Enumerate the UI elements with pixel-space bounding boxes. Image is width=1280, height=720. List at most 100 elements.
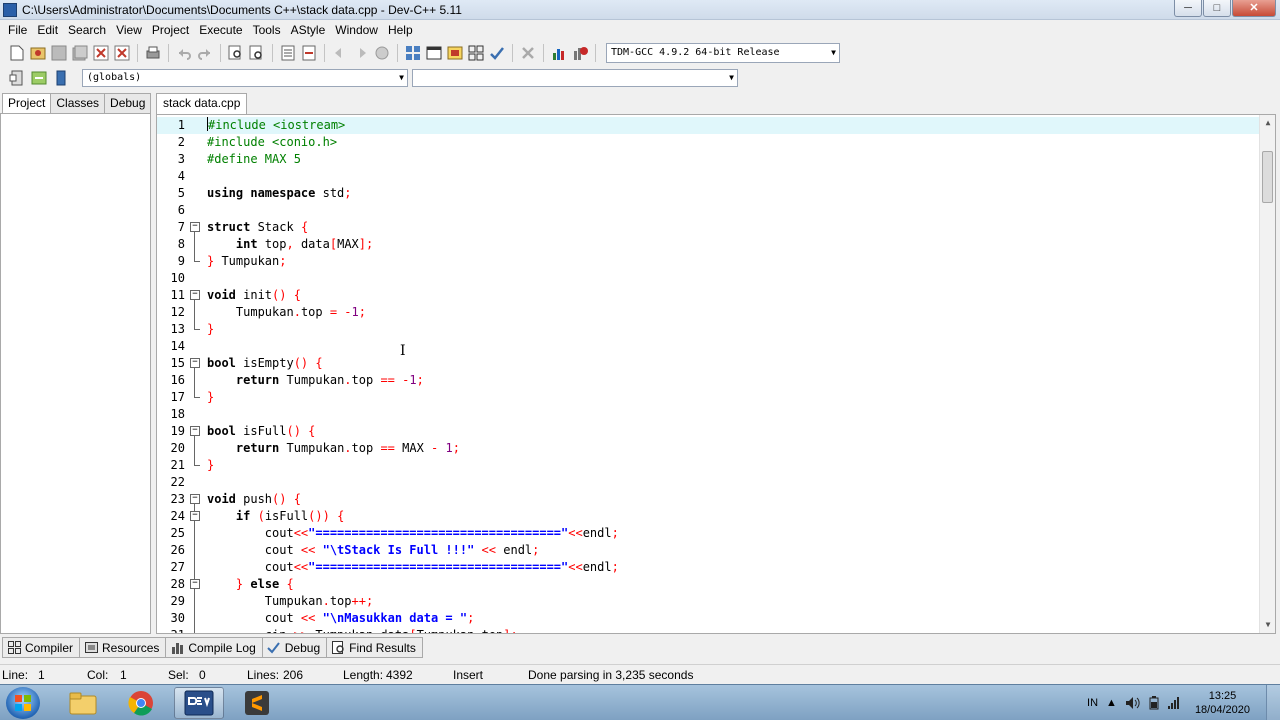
symbol-select[interactable]: ▼ [412, 69, 738, 87]
code-line[interactable]: 7− struct Stack { [157, 219, 1261, 236]
scope-select[interactable]: (globals) ▼ [82, 69, 408, 87]
code-line[interactable]: 8 int top, data[MAX]; [157, 236, 1261, 253]
menu-search[interactable]: Search [63, 23, 111, 37]
tab-project[interactable]: Project [2, 93, 52, 114]
code-line[interactable]: 11− void init() { [157, 287, 1261, 304]
code-line[interactable]: 9} Tumpukan; [157, 253, 1261, 270]
menu-edit[interactable]: Edit [32, 23, 63, 37]
toggle-bookmark-icon[interactable] [373, 44, 391, 62]
vertical-scrollbar[interactable]: ▲ ▼ [1259, 115, 1275, 633]
start-button[interactable] [6, 687, 40, 719]
menu-project[interactable]: Project [147, 23, 194, 37]
find-next-icon[interactable] [279, 44, 297, 62]
code-line[interactable]: 17} [157, 389, 1261, 406]
code-editor[interactable]: 1 #include <iostream> 2 #include <conio.h> 3… [156, 114, 1276, 634]
clock[interactable]: 13:25 18/04/2020 [1195, 689, 1250, 717]
menu-file[interactable]: File [3, 23, 32, 37]
code-line[interactable]: 16 return Tumpukan.top == -1; [157, 372, 1261, 389]
code-line[interactable]: 6 [157, 202, 1261, 219]
tray-overflow-icon[interactable]: ▲ [1106, 697, 1117, 709]
code-line[interactable]: 10 [157, 270, 1261, 287]
language-indicator[interactable]: IN [1087, 697, 1098, 709]
goto-bookmark-icon[interactable] [30, 69, 48, 87]
open-project-icon[interactable] [29, 44, 47, 62]
fold-collapse-icon[interactable]: − [189, 508, 201, 525]
code-line[interactable]: 21} [157, 457, 1261, 474]
tab-classes[interactable]: Classes [50, 93, 106, 113]
close-all-icon[interactable] [113, 44, 131, 62]
code-line[interactable]: 15− bool isEmpty() { [157, 355, 1261, 372]
code-line[interactable]: 31 cin >> Tumpukan.data[Tumpukan.top]; [157, 627, 1261, 633]
save-all-icon[interactable] [71, 44, 89, 62]
code-line[interactable]: 26 cout << "\tStack Is Full !!!" << endl… [157, 542, 1261, 559]
code-line[interactable]: 25 cout<<"==============================… [157, 525, 1261, 542]
minimize-button[interactable]: ─ [1174, 0, 1202, 17]
taskbar-chrome[interactable] [116, 687, 166, 719]
print-icon[interactable] [144, 44, 162, 62]
menu-astyle[interactable]: AStyle [286, 23, 331, 37]
code-line[interactable]: 23− void push() { [157, 491, 1261, 508]
tab-compile-log[interactable]: Compile Log [165, 637, 263, 658]
volume-icon[interactable] [1125, 696, 1141, 710]
compile-run-icon[interactable] [446, 44, 464, 62]
code-line[interactable]: 18 [157, 406, 1261, 423]
network-icon[interactable] [1167, 696, 1181, 710]
goto-line-icon[interactable] [300, 44, 318, 62]
code-line[interactable]: 27 cout<<"==============================… [157, 559, 1261, 576]
compile-icon[interactable] [404, 44, 422, 62]
tab-resources[interactable]: Resources [79, 637, 167, 658]
indent-left-icon[interactable] [331, 44, 349, 62]
indent-right-icon[interactable] [352, 44, 370, 62]
maximize-button[interactable]: □ [1203, 0, 1231, 17]
code-line[interactable]: 5 using namespace std; [157, 185, 1261, 202]
taskbar-explorer[interactable] [58, 687, 108, 719]
save-icon[interactable] [50, 44, 68, 62]
fold-collapse-icon[interactable]: − [189, 576, 201, 593]
menu-tools[interactable]: Tools [248, 23, 286, 37]
stop-execution-icon[interactable] [519, 44, 537, 62]
fold-collapse-icon[interactable]: − [189, 491, 201, 508]
code-line[interactable]: 2 #include <conio.h> [157, 134, 1261, 151]
syntax-check-icon[interactable] [488, 44, 506, 62]
find-icon[interactable] [227, 44, 245, 62]
scroll-down-icon[interactable]: ▼ [1260, 617, 1275, 633]
code-line[interactable]: 3 #define MAX 5 [157, 151, 1261, 168]
code-line[interactable]: 19− bool isFull() { [157, 423, 1261, 440]
code-line[interactable]: 12 Tumpukan.top = -1; [157, 304, 1261, 321]
project-browser[interactable] [0, 113, 151, 634]
fold-collapse-icon[interactable]: − [189, 287, 201, 304]
new-file-icon[interactable] [8, 44, 26, 62]
scrollbar-thumb[interactable] [1262, 151, 1273, 203]
editor-tab-stack-data[interactable]: stack data.cpp [156, 93, 248, 114]
code-line[interactable]: 22 [157, 474, 1261, 491]
menu-view[interactable]: View [111, 23, 147, 37]
tab-compiler[interactable]: Compiler [2, 637, 81, 658]
undo-icon[interactable] [175, 44, 193, 62]
fold-collapse-icon[interactable]: − [189, 355, 201, 372]
close-button[interactable]: ✕ [1232, 0, 1276, 17]
menu-execute[interactable]: Execute [194, 23, 247, 37]
menu-help[interactable]: Help [383, 23, 418, 37]
close-file-icon[interactable] [92, 44, 110, 62]
code-line[interactable]: 20 return Tumpukan.top == MAX - 1; [157, 440, 1261, 457]
code-line[interactable]: 1 #include <iostream> [157, 117, 1261, 134]
rebuild-all-icon[interactable] [467, 44, 485, 62]
delete-profile-icon[interactable] [571, 44, 589, 62]
fold-collapse-icon[interactable]: − [189, 219, 201, 236]
redo-icon[interactable] [196, 44, 214, 62]
compiler-select[interactable]: TDM-GCC 4.9.2 64-bit Release ▼ [606, 42, 840, 63]
tab-debug[interactable]: Debug [104, 93, 152, 113]
fold-collapse-icon[interactable]: − [189, 423, 201, 440]
code-line[interactable]: 30 cout << "\nMasukkan data = "; [157, 610, 1261, 627]
code-line[interactable]: 13} [157, 321, 1261, 338]
taskbar-sublime[interactable] [232, 687, 282, 719]
taskbar-devcpp[interactable] [174, 687, 224, 719]
tab-find-results[interactable]: Find Results [326, 637, 423, 658]
battery-icon[interactable] [1149, 696, 1159, 710]
replace-icon[interactable] [248, 44, 266, 62]
scroll-up-icon[interactable]: ▲ [1260, 115, 1275, 131]
code-line[interactable]: 14 [157, 338, 1261, 355]
code-line[interactable]: 28− } else { [157, 576, 1261, 593]
profile-icon[interactable] [550, 44, 568, 62]
menu-window[interactable]: Window [330, 23, 383, 37]
